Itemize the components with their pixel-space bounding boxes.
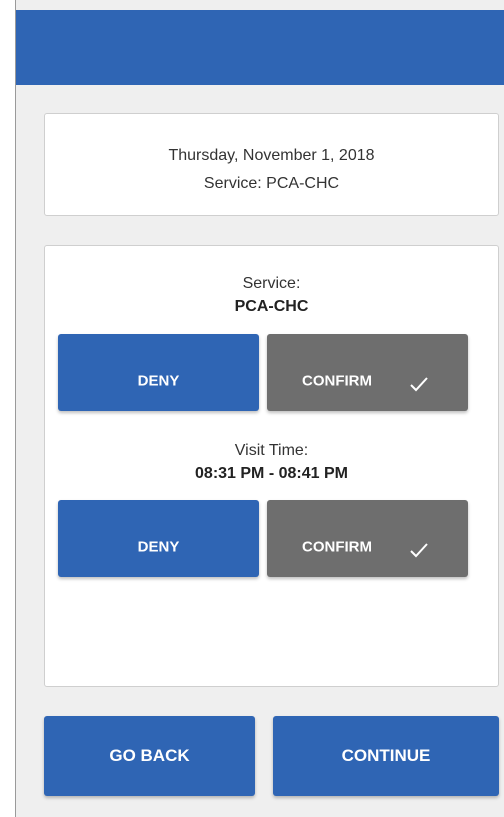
checkmark-icon xyxy=(410,377,428,392)
top-header-bar xyxy=(16,10,504,85)
app-frame: Thursday, November 1, 2018 Service: PCA-… xyxy=(15,0,504,817)
continue-button[interactable]: CONTINUE xyxy=(273,716,499,796)
visit-summary-card: Thursday, November 1, 2018 Service: PCA-… xyxy=(44,113,499,216)
go-back-button[interactable]: GO BACK xyxy=(44,716,255,796)
continue-label: CONTINUE xyxy=(341,746,431,765)
visit-time-deny-button[interactable]: DENY xyxy=(58,500,259,577)
visit-service: Service: PCA-CHC xyxy=(203,175,340,192)
visit-time-value: 08:31 PM - 08:41 PM xyxy=(195,465,348,482)
service-value: PCA-CHC xyxy=(234,298,309,315)
visit-time-label: Visit Time: xyxy=(234,442,309,459)
service-deny-button[interactable]: DENY xyxy=(58,334,259,411)
service-deny-label: DENY xyxy=(137,372,180,389)
service-confirm-button[interactable]: CONFIRM xyxy=(267,334,468,411)
checkmark-icon xyxy=(410,543,428,558)
service-confirm-label: CONFIRM xyxy=(302,372,372,389)
visit-time-confirm-label: CONFIRM xyxy=(302,538,372,555)
go-back-label: GO BACK xyxy=(109,746,190,765)
service-label: Service: xyxy=(242,275,301,292)
visit-date: Thursday, November 1, 2018 xyxy=(168,147,375,164)
visit-time-confirm-button[interactable]: CONFIRM xyxy=(267,500,468,577)
confirmation-card: Service: PCA-CHC DENY CONFIRM Visit Time… xyxy=(44,245,499,687)
visit-time-deny-label: DENY xyxy=(137,538,180,555)
